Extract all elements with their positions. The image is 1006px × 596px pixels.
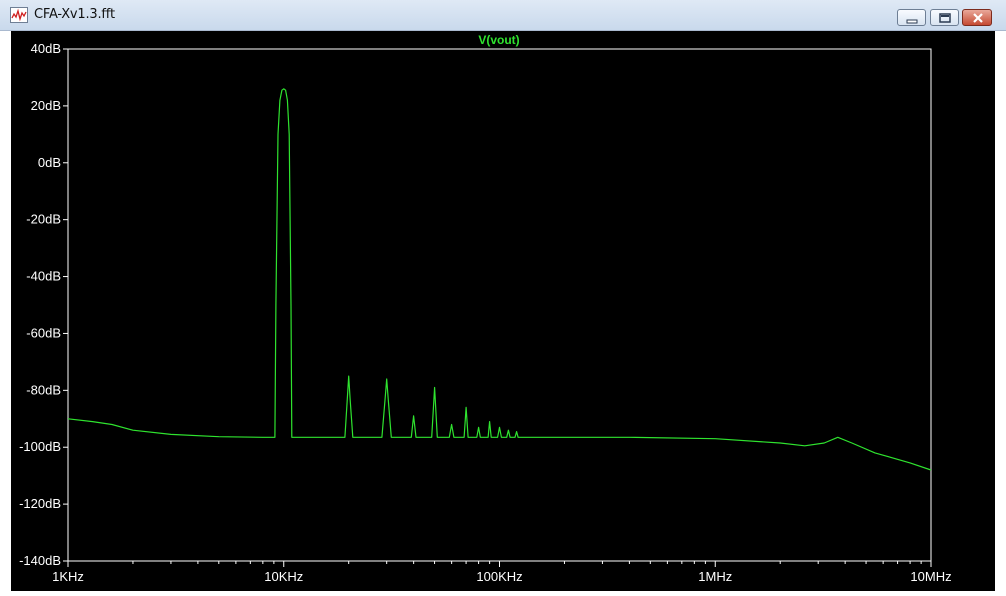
window-left-border bbox=[0, 31, 11, 595]
window-bottom-border bbox=[0, 591, 1006, 595]
axes-box bbox=[67, 48, 932, 562]
vout-spectrum-trace bbox=[67, 88, 932, 471]
x-tick-label: 1KHz bbox=[52, 569, 84, 584]
minimize-icon bbox=[906, 19, 918, 24]
title-bar[interactable]: CFA-Xv1.3.fft bbox=[0, 0, 1006, 31]
y-tick-label: -100dB bbox=[19, 439, 61, 454]
x-tick-label: 10MHz bbox=[910, 569, 951, 584]
close-icon bbox=[973, 13, 983, 23]
trace-title[interactable]: V(vout) bbox=[478, 33, 519, 47]
y-axis: 40dB 20dB 0dB -20dB -40dB -60dB -80dB -100dB -12… bbox=[19, 41, 68, 568]
y-tick-label: -80dB bbox=[26, 382, 61, 397]
y-tick-label: 0dB bbox=[38, 155, 61, 170]
plot-area[interactable]: V(vout) 40dB 20dB 0dB -20dB -40dB -60dB -80dB -… bbox=[11, 31, 995, 591]
close-button[interactable] bbox=[962, 9, 992, 26]
restore-button[interactable] bbox=[930, 9, 959, 26]
y-tick-label: -120dB bbox=[19, 496, 61, 511]
window-right-border bbox=[995, 31, 1006, 595]
x-axis: 1KHz 10KHz 100KHz 1MHz 10MHz bbox=[52, 561, 952, 584]
y-tick-label: 20dB bbox=[31, 98, 61, 113]
y-tick-label: -20dB bbox=[26, 212, 61, 227]
restore-icon bbox=[939, 13, 951, 23]
window-title: CFA-Xv1.3.fft bbox=[34, 7, 115, 22]
trace-group bbox=[67, 88, 932, 471]
x-tick-label: 100KHz bbox=[476, 569, 522, 584]
y-tick-label: -140dB bbox=[19, 553, 61, 568]
minimize-button[interactable] bbox=[897, 9, 926, 26]
y-tick-label: 40dB bbox=[31, 41, 61, 56]
y-tick-label: -40dB bbox=[26, 269, 61, 284]
y-tick-label: -60dB bbox=[26, 325, 61, 340]
waveform-icon bbox=[10, 7, 28, 23]
fft-plot-window: CFA-Xv1.3.fft V(vout) 40dB 20dB 0dB -20dB -4… bbox=[0, 0, 1006, 595]
fft-chart[interactable]: V(vout) 40dB 20dB 0dB -20dB -40dB -60dB -80dB -… bbox=[11, 31, 995, 591]
x-tick-label: 10KHz bbox=[264, 569, 303, 584]
x-tick-label: 1MHz bbox=[698, 569, 732, 584]
